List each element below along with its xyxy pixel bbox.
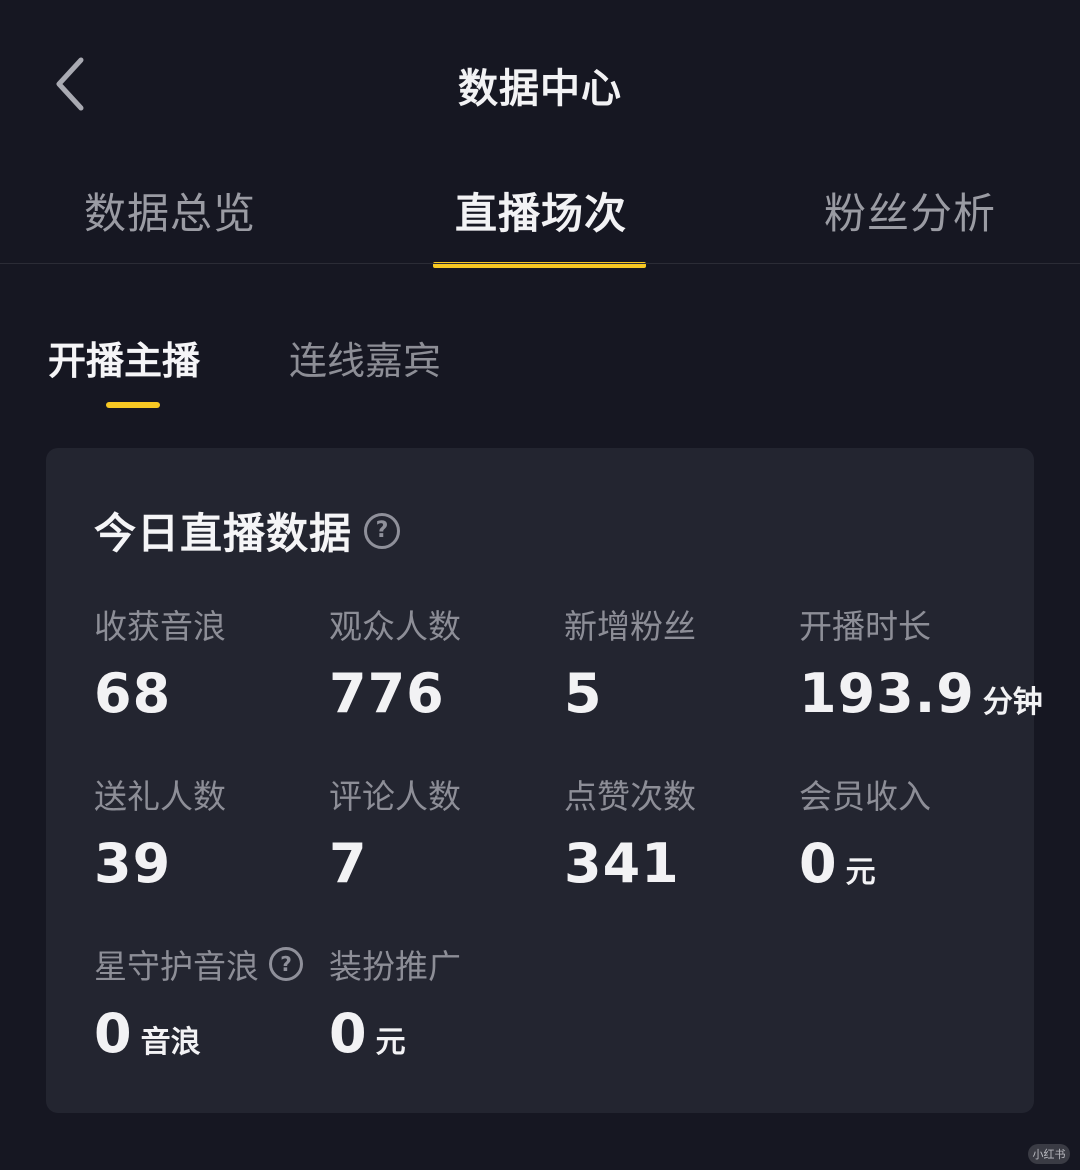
- metric-label: 新增粉丝: [564, 607, 696, 646]
- metric-unit: 元: [375, 1025, 406, 1060]
- subtab-guest[interactable]: 连线嘉宾: [289, 330, 441, 385]
- metric-label: 星守护音浪: [94, 947, 259, 986]
- metric-value: 68: [94, 662, 172, 725]
- metric-label: 收获音浪: [94, 607, 226, 646]
- metric-star-guard: 星守护音浪 ? 0 音浪: [94, 940, 303, 1065]
- metric-sound-waves: 收获音浪 68: [94, 600, 226, 725]
- metric-label: 点赞次数: [564, 777, 696, 816]
- page-title: 数据中心: [458, 66, 622, 112]
- tab-divider: [0, 263, 1080, 264]
- metric-live-duration: 开播时长 193.9 分钟: [799, 600, 1043, 725]
- metric-commenters: 评论人数 7: [329, 770, 461, 895]
- data-center-page: 数据中心 数据总览 直播场次 粉丝分析 开播主播 连线嘉宾 今日直播数据 ? 收…: [0, 0, 1080, 1170]
- metric-label: 观众人数: [329, 607, 461, 646]
- metric-member-income: 会员收入 0 元: [799, 770, 931, 895]
- metric-value: 0: [799, 832, 838, 895]
- metric-viewers: 观众人数 776: [329, 600, 461, 725]
- metric-label: 送礼人数: [94, 777, 226, 816]
- today-live-data-card: 今日直播数据 ? 收获音浪 68 观众人数 776 新增粉丝 5 开播时长 19…: [46, 448, 1043, 1113]
- tab-live-sessions[interactable]: 直播场次: [455, 180, 627, 241]
- metric-label: 评论人数: [329, 777, 461, 816]
- metric-dressup-promo: 装扮推广 0 元: [329, 940, 461, 1065]
- metric-label: 装扮推广: [329, 947, 461, 986]
- help-icon[interactable]: ?: [364, 512, 401, 549]
- metric-value: 776: [329, 662, 445, 725]
- metric-value: 0: [94, 1002, 133, 1065]
- metric-value: 341: [564, 832, 680, 895]
- metric-unit: 音浪: [140, 1025, 201, 1060]
- metric-unit: 分钟: [982, 685, 1043, 720]
- tab-overview[interactable]: 数据总览: [84, 180, 256, 241]
- metric-new-fans: 新增粉丝 5: [564, 600, 696, 725]
- metric-value: 5: [564, 662, 603, 725]
- metric-gift-givers: 送礼人数 39: [94, 770, 226, 895]
- metric-value: 193.9: [799, 662, 975, 725]
- metric-value: 7: [329, 832, 368, 895]
- watermark-logo: 小红书: [1028, 1144, 1070, 1164]
- metric-likes: 点赞次数 341: [564, 770, 696, 895]
- active-subtab-indicator: [106, 402, 160, 408]
- tab-fan-analysis[interactable]: 粉丝分析: [824, 180, 996, 241]
- metric-unit: 元: [845, 855, 876, 890]
- metric-label: 开播时长: [799, 607, 931, 646]
- main-tab-bar: 数据总览 直播场次 粉丝分析: [0, 170, 1080, 268]
- card-title: 今日直播数据: [94, 509, 353, 558]
- help-icon[interactable]: ?: [269, 947, 303, 981]
- card-header: 今日直播数据 ?: [94, 500, 401, 561]
- subtab-host[interactable]: 开播主播: [48, 330, 200, 385]
- metric-value: 39: [94, 832, 172, 895]
- metric-label: 会员收入: [799, 777, 931, 816]
- metric-value: 0: [329, 1002, 368, 1065]
